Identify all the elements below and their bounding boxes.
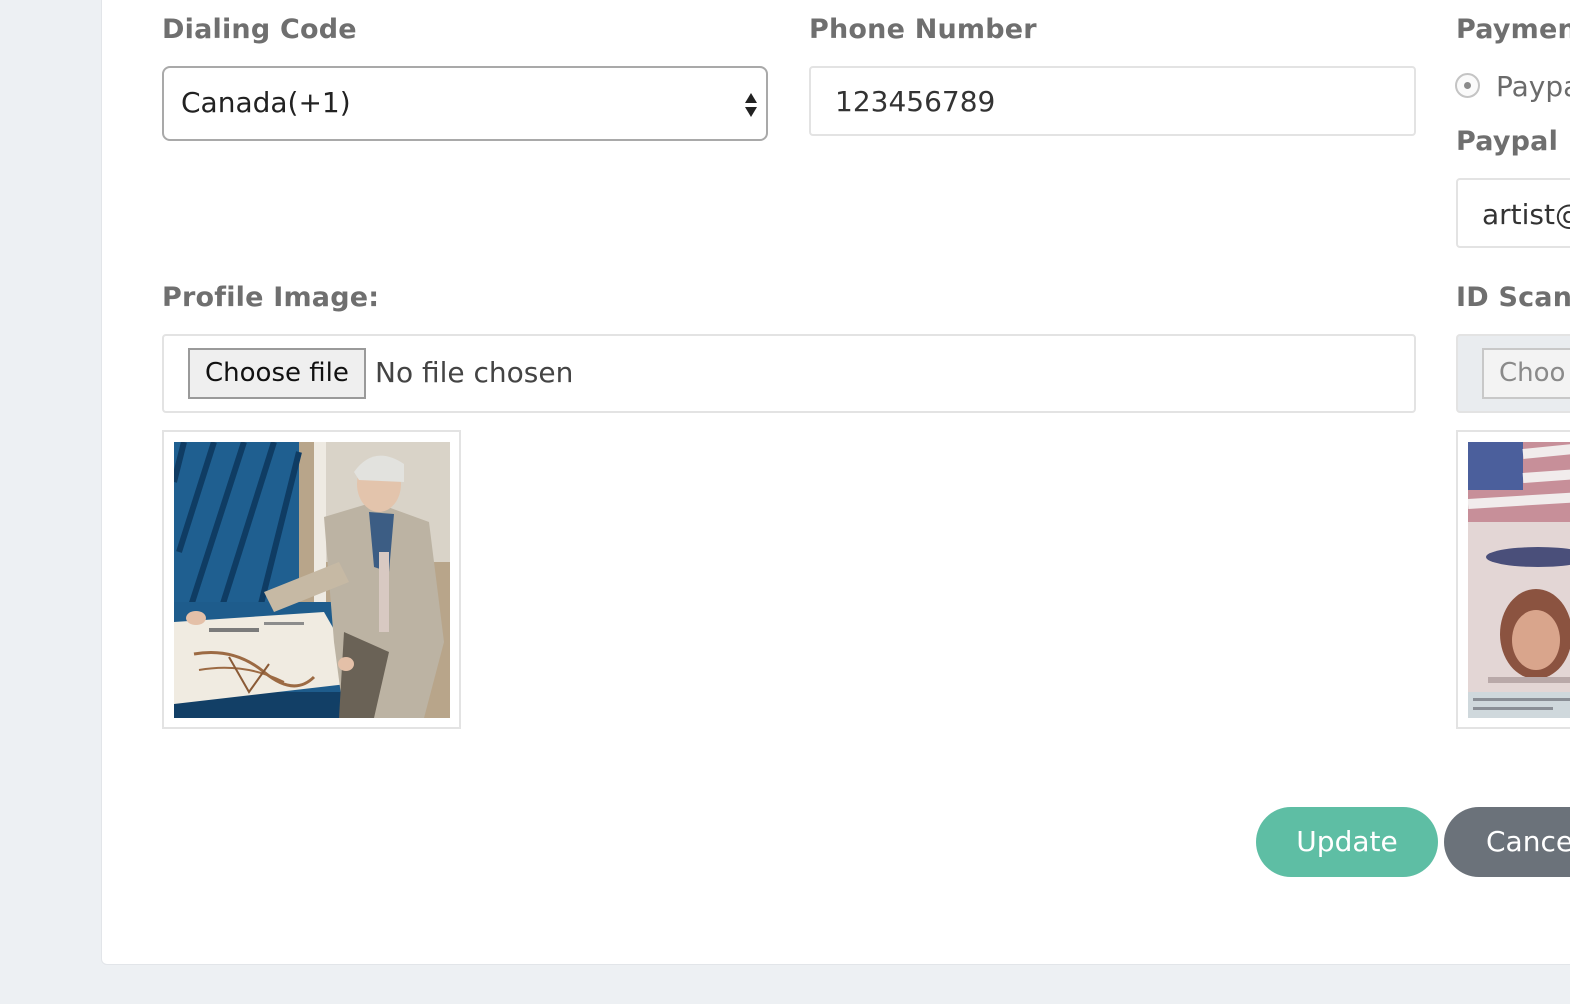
profile-image-label: Profile Image: [162,282,380,313]
update-button[interactable]: Update [1256,807,1438,877]
select-updown-icon [745,93,757,117]
phone-number-label: Phone Number [809,14,1037,45]
phone-number-input[interactable]: 123456789 [809,66,1416,136]
paypal-email-value: artist@ [1482,198,1570,231]
phone-number-value: 123456789 [835,85,996,118]
dialing-code-selected: Canada(+1) [181,86,351,119]
id-scan-file-input[interactable]: Choo [1456,334,1570,413]
page: Dialing Code Canada(+1) Phone Number 123… [0,0,1570,1004]
profile-image-preview [162,430,461,729]
profile-file-status: No file chosen [375,356,574,389]
paypal-radio-label: Paypa [1496,70,1570,103]
id-scan-choose-file-button[interactable]: Choo [1482,348,1570,399]
profile-image-file-input[interactable]: Choose file No file chosen [162,334,1416,413]
cancel-button[interactable]: Cance [1444,807,1570,877]
dialing-code-label: Dialing Code [162,14,357,45]
paypal-email-input[interactable]: artist@ [1456,178,1570,248]
paypal-email-label: Paypal E [1456,126,1570,157]
id-card-photo [1468,442,1570,718]
artist-photo [174,442,450,718]
radio-checked-dot [1464,82,1471,89]
paypal-radio[interactable] [1455,73,1480,98]
profile-choose-file-button[interactable]: Choose file [188,348,366,399]
dialing-code-select[interactable]: Canada(+1) [162,66,768,141]
id-scan-preview [1456,430,1570,729]
payment-method-label: Paymen [1456,14,1570,45]
id-scan-label: ID Scan: [1456,282,1570,313]
